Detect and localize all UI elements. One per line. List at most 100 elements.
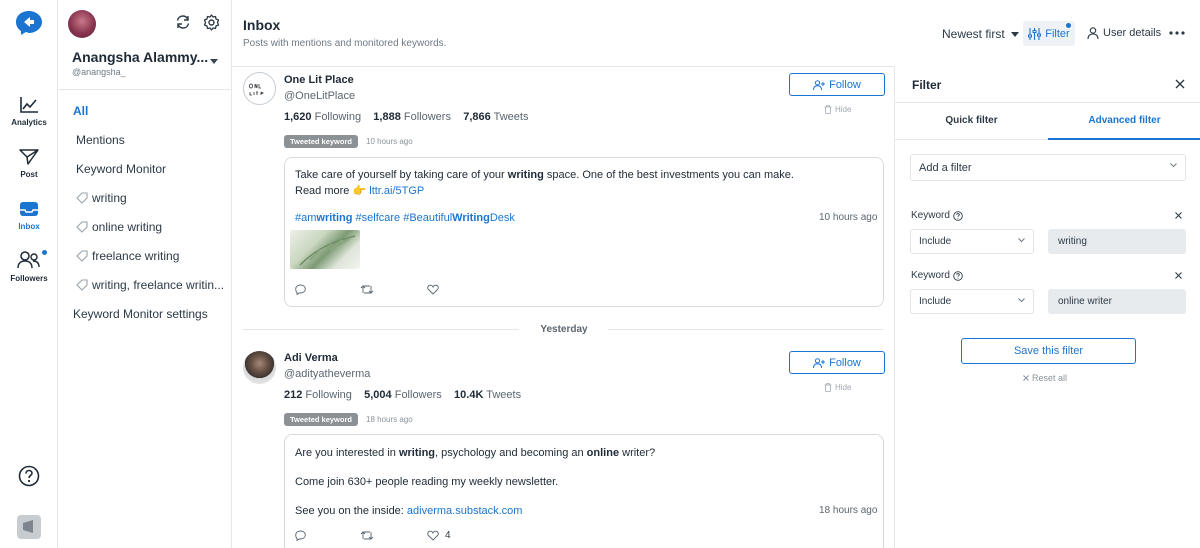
nav-all[interactable]: All <box>73 104 88 118</box>
post-avatar[interactable] <box>243 72 276 105</box>
send-icon <box>19 149 39 165</box>
tweet-link[interactable]: lttr.ai/5TGP <box>369 185 424 197</box>
tweet-card-timestamp: 10 hours ago <box>819 212 878 223</box>
heart-icon[interactable] <box>427 530 439 541</box>
close-icon[interactable] <box>1175 79 1185 89</box>
pointing-hand-icon: 👉 <box>352 185 367 197</box>
tweeted-keyword-badge: Tweeted keyword <box>284 413 358 426</box>
heart-icon[interactable] <box>427 284 439 295</box>
help-icon[interactable] <box>18 465 40 487</box>
filter-value-input[interactable]: writing <box>1048 229 1186 254</box>
remove-filter-icon[interactable] <box>1175 272 1182 279</box>
nav-keyword-monitor-settings[interactable]: Keyword Monitor settings <box>73 307 208 321</box>
filter-mode-value: Include <box>919 296 952 307</box>
post-author-name[interactable]: Adi Verma <box>284 352 338 364</box>
nav-keyword-label: writing, freelance writin... <box>92 278 225 292</box>
filter-mode-select[interactable]: Include <box>910 229 1034 254</box>
trash-icon <box>824 105 832 114</box>
following-label: Following <box>314 111 362 123</box>
left-rail: Analytics Post Inbox Followers <box>0 0 58 548</box>
post-author-name[interactable]: One Lit Place <box>284 74 354 86</box>
add-filter-select[interactable]: Add a filter <box>910 154 1186 181</box>
save-filter-button[interactable]: Save this filter <box>961 338 1136 364</box>
tag-icon <box>76 279 88 291</box>
refresh-icon[interactable] <box>175 14 191 30</box>
chevron-down-icon <box>1170 163 1177 168</box>
tag-icon <box>76 192 88 204</box>
tweets-count: 7,866 <box>463 111 491 123</box>
tweet-actions <box>295 284 439 295</box>
nav-keyword-label: online writing <box>92 220 163 234</box>
tweet-card-timestamp: 18 hours ago <box>819 505 878 516</box>
nav-keyword-monitor[interactable]: Keyword Monitor <box>76 162 166 176</box>
account-dropdown-icon[interactable] <box>210 59 218 64</box>
filter-panel: Filter Quick filter Advanced filter Add … <box>894 66 1200 548</box>
retweet-icon[interactable] <box>360 530 374 541</box>
nav-inbox[interactable]: Inbox <box>0 200 58 231</box>
remove-filter-icon[interactable] <box>1175 212 1182 219</box>
app-logo[interactable] <box>15 10 43 36</box>
nav-keyword-online-writing[interactable]: online writing <box>76 220 162 234</box>
add-filter-label: Add a filter <box>919 161 972 174</box>
info-icon[interactable] <box>953 270 963 281</box>
tweet-link[interactable]: adiverma.substack.com <box>407 505 523 517</box>
tweet-text-line: Come join 630+ people reading my weekly … <box>295 476 559 488</box>
nav-post[interactable]: Post <box>0 148 58 179</box>
date-separator: Yesterday <box>540 324 588 335</box>
filter-value-input[interactable]: online writer <box>1048 289 1186 314</box>
tag-icon <box>76 221 88 233</box>
post-timestamp: 10 hours ago <box>366 137 413 146</box>
followers-icon <box>17 251 40 269</box>
reply-icon[interactable] <box>295 530 306 541</box>
followers-label: Followers <box>403 111 451 123</box>
tweet-hashtags[interactable]: #amwriting #selfcare #BeautifulWritingDe… <box>295 212 515 224</box>
more-options-icon[interactable] <box>1169 31 1185 35</box>
hide-button[interactable]: Hide <box>824 105 851 114</box>
post-avatar[interactable] <box>243 351 276 384</box>
tweeted-keyword-badge: Tweeted keyword <box>284 135 358 148</box>
nav-mentions[interactable]: Mentions <box>76 133 125 147</box>
nav-keyword-writing[interactable]: writing <box>76 191 127 205</box>
avatar[interactable] <box>68 10 96 38</box>
inbox-icon <box>20 202 38 216</box>
account-name[interactable]: Anangsha Alammy... <box>72 49 208 65</box>
nav-post-label: Post <box>20 170 38 179</box>
reset-all-button[interactable]: Reset all <box>1023 373 1067 383</box>
nav-keyword-combined[interactable]: writing, freelance writin... <box>76 278 224 292</box>
info-icon[interactable] <box>953 210 963 221</box>
chevron-down-icon <box>1018 298 1025 303</box>
nav-followers-label: Followers <box>10 274 48 283</box>
follow-button[interactable]: Follow <box>789 73 885 96</box>
tweet-image[interactable] <box>290 230 360 269</box>
hide-label: Hide <box>835 383 852 392</box>
filter-button-label: Filter <box>1045 27 1070 40</box>
follow-label: Follow <box>829 356 861 369</box>
post-author-stats: 1,620 Following 1,888 Followers 7,866 Tw… <box>284 111 528 123</box>
tweets-label: Tweets <box>493 111 529 123</box>
close-icon <box>1023 375 1029 381</box>
chevron-down-icon <box>1010 31 1019 37</box>
gear-icon[interactable] <box>203 14 220 31</box>
workspace-logo-icon[interactable] <box>17 515 41 539</box>
reply-icon[interactable] <box>295 284 306 295</box>
filter-mode-select[interactable]: Include <box>910 289 1034 314</box>
post-author-handle: @OneLitPlace <box>284 90 356 102</box>
sort-dropdown[interactable]: Newest first <box>942 27 1019 41</box>
following-count: 1,620 <box>284 111 312 123</box>
hide-button[interactable]: Hide <box>824 383 851 392</box>
filter-mode-value: Include <box>919 236 952 247</box>
tab-advanced-filter[interactable]: Advanced filter <box>1048 115 1200 126</box>
user-icon <box>1087 27 1099 39</box>
nav-followers[interactable]: Followers <box>0 250 58 283</box>
nav-analytics[interactable]: Analytics <box>0 96 58 127</box>
nav-keyword-freelance-writing[interactable]: freelance writing <box>76 249 179 263</box>
retweet-icon[interactable] <box>360 284 374 295</box>
filter-panel-title: Filter <box>912 78 942 92</box>
user-details-button[interactable]: User details <box>1087 27 1161 39</box>
nav-keyword-label: writing <box>92 191 127 205</box>
sliders-icon <box>1028 27 1042 40</box>
tab-quick-filter[interactable]: Quick filter <box>895 115 1048 126</box>
tweet-text-line: See you on the inside: adiverma.substack… <box>295 505 523 517</box>
page-subtitle: Posts with mentions and monitored keywor… <box>243 38 447 49</box>
follow-button[interactable]: Follow <box>789 351 885 374</box>
